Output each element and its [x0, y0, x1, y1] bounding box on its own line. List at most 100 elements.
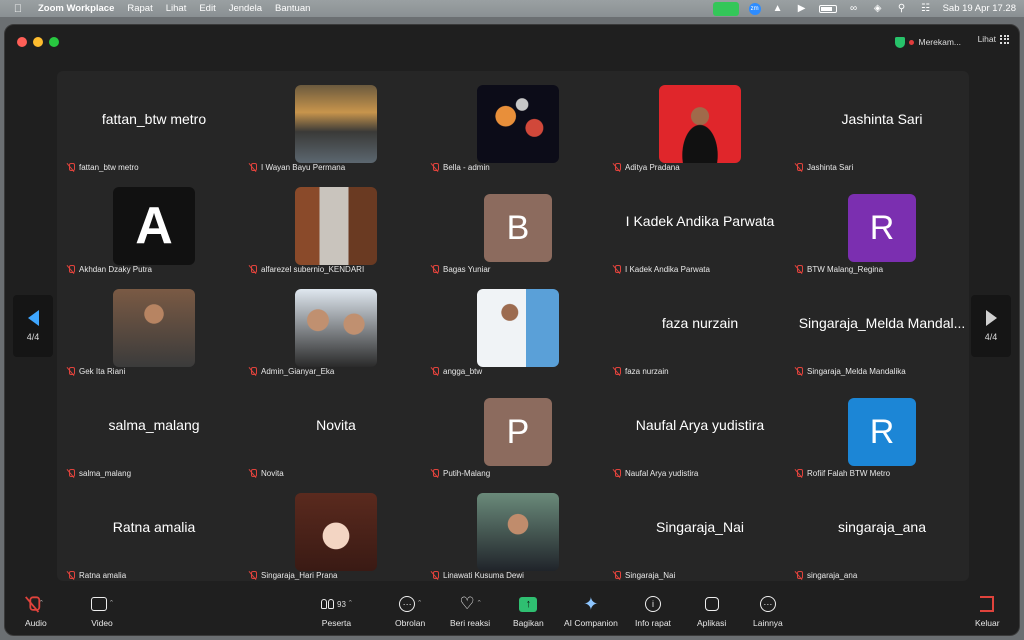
participants-options-chevron-icon[interactable]: ˆ [349, 599, 352, 609]
info-icon: i [644, 596, 661, 612]
next-page-button[interactable]: 4/4 [971, 295, 1011, 357]
participant-display-name: Jashinta Sari [841, 111, 923, 127]
audio-button[interactable]: ˆ Audio [25, 593, 47, 628]
more-dots-icon: ··· [759, 596, 776, 612]
participant-display-name: Novita [316, 417, 356, 433]
menubar-clock[interactable]: Sab 19 Apr 17.28 [943, 3, 1016, 14]
participant-tile[interactable]: Naufal Arya yudistira Naufal Arya yudisti… [609, 381, 791, 483]
share-label: Bagikan [513, 618, 544, 628]
menu-app-name[interactable]: Zoom Workplace [38, 3, 114, 14]
participant-name: I Kadek Andika Parwata [625, 264, 710, 274]
participant-name: fattan_btw metro [79, 162, 139, 172]
menu-edit[interactable]: Edit [199, 3, 215, 14]
participant-tile[interactable]: Bella - admin [427, 75, 609, 177]
control-center-icon[interactable]: ☷ [919, 3, 933, 14]
participant-name: salma_malang [79, 468, 132, 478]
participant-tile[interactable]: I Wayan Bayu Permana [245, 75, 427, 177]
participants-button[interactable]: 93 ˆ Peserta [321, 593, 352, 628]
participant-tile[interactable]: P Putih-Malang [427, 381, 609, 483]
avatar-initial: B [484, 194, 552, 262]
meeting-info-button[interactable]: i Info rapat [635, 593, 671, 628]
man-airport-photo [477, 289, 559, 367]
participant-tile[interactable]: I Kadek Andika Parwata I Kadek Andika Par… [609, 177, 791, 279]
participant-name: Singaraja_Hari Prana [261, 570, 338, 580]
participant-name-label: Ratna amalia [67, 569, 126, 581]
microphone-muted-icon [67, 162, 75, 172]
participant-tile[interactable]: salma_malang salma_malang [63, 381, 245, 483]
participant-tile[interactable]: B Bagas Yuniar [427, 177, 609, 279]
menu-lihat[interactable]: Lihat [166, 3, 187, 14]
participant-tile[interactable]: Singaraja_Hari Prana [245, 483, 427, 585]
participant-name: Admin_Gianyar_Eka [261, 366, 335, 376]
participant-tile[interactable]: Aditya Pradana [609, 75, 791, 177]
participant-display-name: Naufal Arya yudistira [635, 417, 765, 433]
minimize-window-button[interactable] [33, 37, 43, 47]
letter-a-logo-photo: A [113, 187, 195, 265]
participant-tile[interactable]: alfarezel subernio_KENDARI [245, 177, 427, 279]
previous-page-button[interactable]: 4/4 [13, 295, 53, 357]
play-icon[interactable]: ▶ [795, 3, 809, 14]
participant-tile[interactable]: faza nurzain faza nurzain [609, 279, 791, 381]
participant-tile[interactable]: Admin_Gianyar_Eka [245, 279, 427, 381]
participant-tile[interactable]: R BTW Malang_Regina [791, 177, 973, 279]
share-screen-button[interactable]: ↑ Bagikan [513, 593, 544, 628]
participant-name: Naufal Arya yudistira [625, 468, 699, 478]
close-window-button[interactable] [17, 37, 27, 47]
participant-tile[interactable]: R Rofiif Falah BTW Metro [791, 381, 973, 483]
participant-name-label: Bagas Yuniar [431, 263, 490, 275]
participant-tile[interactable]: Linawati Kusuma Dewi [427, 483, 609, 585]
participant-name-label: Rofiif Falah BTW Metro [795, 467, 890, 479]
apps-button[interactable]: Aplikasi [697, 593, 726, 628]
menu-rapat[interactable]: Rapat [127, 3, 152, 14]
participant-tile[interactable]: singaraja_ana singaraja_ana [791, 483, 973, 585]
video-options-chevron-icon[interactable]: ˆ [110, 599, 113, 609]
ai-companion-button[interactable]: ✦ AI Companion [564, 593, 618, 629]
apple-icon[interactable]:  [8, 3, 28, 15]
participant-tile[interactable]: Gek Ita Riani [63, 279, 245, 381]
link-icon[interactable]: ∞ [847, 3, 861, 14]
fullscreen-window-button[interactable] [49, 37, 59, 47]
microphone-muted-icon [26, 595, 41, 612]
participant-tile[interactable]: fattan_btw metro fattan_btw metro [63, 75, 245, 177]
window-titlebar: Merekam... Lihat [5, 25, 1019, 59]
participant-display-name: faza nurzain [661, 315, 739, 331]
participant-tile[interactable]: Singaraja_Melda Mandal... Singaraja_Melda… [791, 279, 973, 381]
sunset-person-photo [295, 85, 377, 163]
text-icon[interactable]: ▲ [771, 3, 785, 14]
apps-label: Aplikasi [697, 618, 727, 628]
sparkle-icon: ✦ [583, 593, 599, 614]
more-button[interactable]: ··· Lainnya [753, 593, 783, 628]
camera-status-icon[interactable] [712, 1, 739, 16]
participant-name: singaraja_ana [807, 570, 858, 580]
participant-tile[interactable]: Novita Novita [245, 381, 427, 483]
leave-meeting-button[interactable]: Keluar [975, 593, 1000, 628]
participant-tile[interactable]: Ratna amalia Ratna amalia [63, 483, 245, 585]
chat-options-chevron-icon[interactable]: ˆ [418, 599, 421, 609]
apps-icon [704, 597, 719, 611]
search-icon[interactable]: ⚲ [895, 3, 909, 14]
chat-bubble-icon: ··· [399, 596, 416, 612]
participant-name-label: Novita [249, 467, 284, 479]
zoom-status-icon[interactable]: zm [748, 2, 761, 15]
chat-button[interactable]: ··· ˆ Obrolan [395, 593, 425, 628]
menu-jendela[interactable]: Jendela [229, 3, 262, 14]
participant-display-name: I Kadek Andika Parwata [625, 213, 775, 229]
participant-tile[interactable]: angga_btw [427, 279, 609, 381]
participants-count: 93 [337, 599, 346, 609]
view-button[interactable]: Lihat [978, 34, 1009, 44]
page-indicator-right: 4/4 [984, 332, 998, 342]
woman-portrait-photo [477, 493, 559, 571]
participant-tile[interactable]: Jashinta Sari Jashinta Sari [791, 75, 973, 177]
wifi-icon[interactable]: ◈ [871, 3, 885, 14]
avatar-initial: R [848, 398, 916, 466]
recording-indicator[interactable]: Merekam... [895, 34, 961, 50]
audio-options-chevron-icon[interactable]: ˆ [40, 599, 43, 609]
participant-tile[interactable]: A Akhdan Dzaky Putra [63, 177, 245, 279]
video-button[interactable]: ˆ Video [91, 593, 113, 628]
menu-bantuan[interactable]: Bantuan [275, 3, 310, 14]
reactions-options-chevron-icon[interactable]: ˆ [478, 599, 481, 609]
reactions-button[interactable]: ♡ ˆ Beri reaksi [450, 593, 490, 628]
heart-icon: ♡ [459, 594, 475, 613]
participant-tile[interactable]: Singaraja_Nai Singaraja_Nai [609, 483, 791, 585]
battery-icon[interactable] [818, 4, 837, 13]
